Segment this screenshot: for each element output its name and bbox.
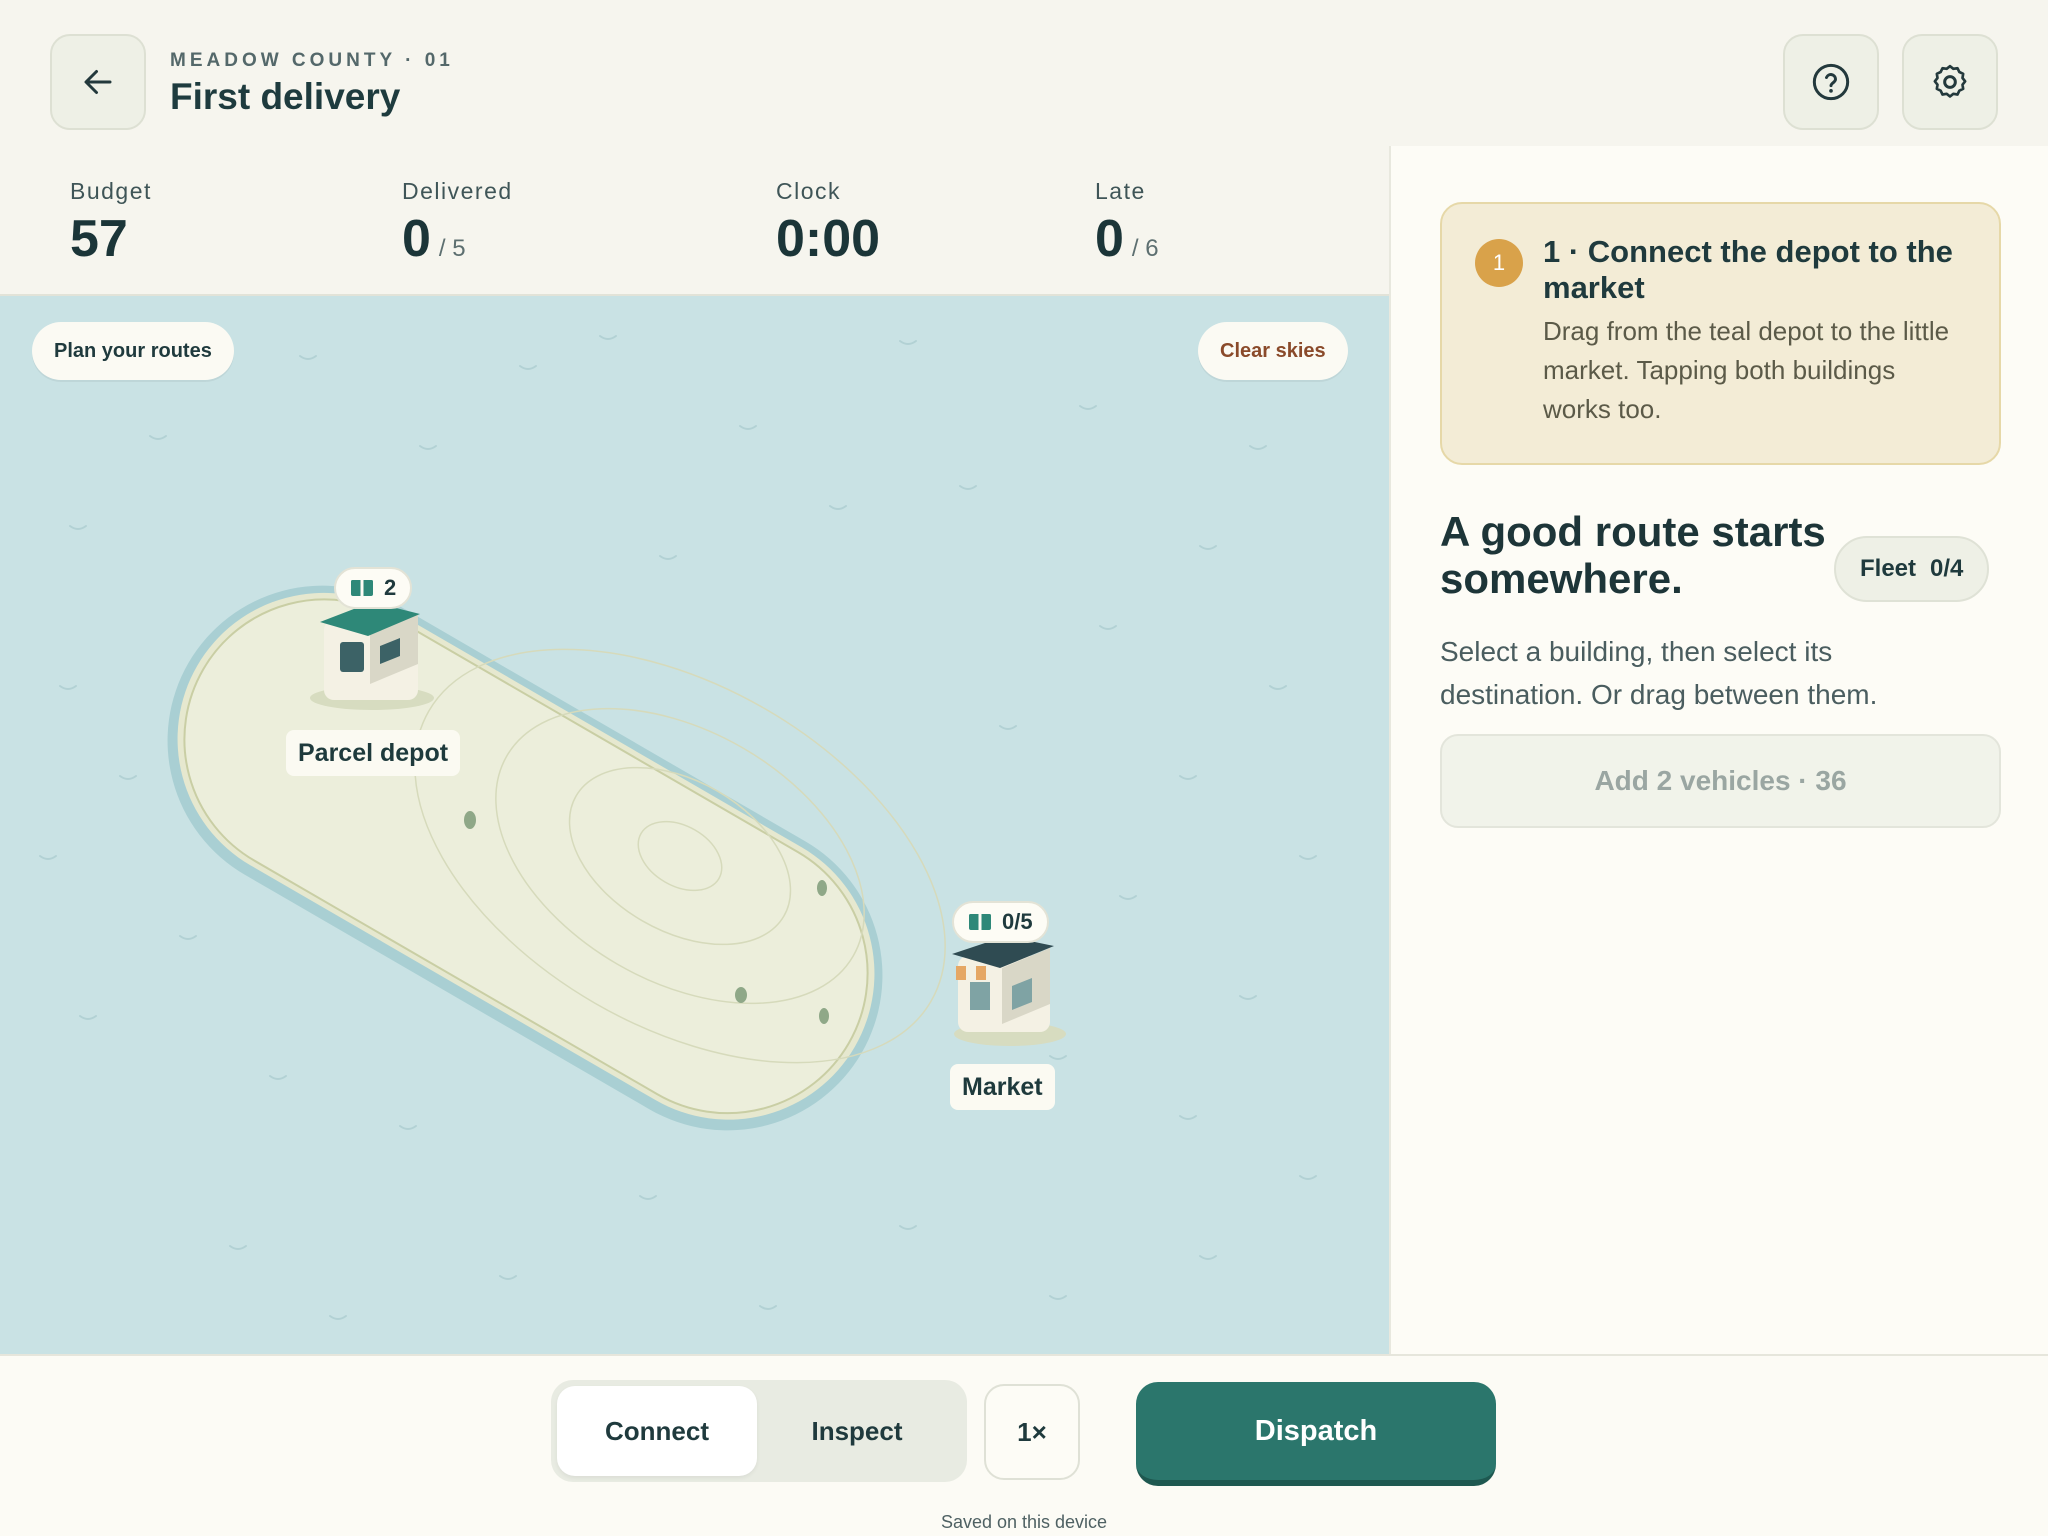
hint-body: Drag from the teal depot to the little m…: [1543, 316, 1950, 424]
delivered-value: 0: [402, 210, 431, 268]
weather-pill: Clear skies: [1198, 322, 1348, 380]
island: [167, 585, 1066, 1131]
clock-stat: Clock 0:00: [776, 178, 880, 265]
budget-label: Budget: [70, 178, 152, 204]
clock-label: Clock: [776, 178, 842, 204]
gear-icon: [1933, 64, 1967, 98]
fleet-label: Fleet: [1860, 555, 1917, 582]
save-status: Saved on this device: [940, 1512, 1108, 1532]
mode-inspect-tab[interactable]: Inspect: [757, 1386, 957, 1476]
late-stat: Late 0 / 6: [1095, 178, 1159, 265]
late-value: 0: [1095, 210, 1124, 268]
delivered-label: Delivered: [402, 178, 513, 204]
help-button[interactable]: [1783, 34, 1879, 130]
bottom-toolbar: Connect Inspect 1× Dispatch Saved on thi…: [0, 1354, 2048, 1536]
market-label[interactable]: Market: [950, 1064, 1055, 1110]
level-kicker: MEADOW COUNTY · 01: [170, 50, 454, 71]
market-parcel-badge: 0/5: [952, 901, 1049, 943]
parcel-icon: [351, 580, 373, 596]
dispatch-button[interactable]: Dispatch: [1136, 1382, 1496, 1486]
back-button[interactable]: [50, 34, 146, 130]
budget-stat: Budget 57: [70, 178, 152, 265]
late-label: Late: [1095, 178, 1146, 204]
side-panel: 1 1 · Connect the depot to the market Dr…: [1389, 146, 2048, 1354]
plan-routes-pill: Plan your routes: [32, 322, 234, 380]
settings-button[interactable]: [1902, 34, 1998, 130]
late-total: / 6: [1131, 235, 1159, 262]
step-number-badge: 1: [1475, 239, 1523, 287]
budget-value: 57: [70, 210, 128, 268]
market-building[interactable]: [952, 936, 1066, 1046]
add-vehicles-button[interactable]: Add 2 vehicles · 36: [1440, 734, 2001, 828]
delivered-total: / 5: [438, 235, 466, 262]
delivered-stat: Delivered 0 / 5: [402, 178, 513, 265]
clock-value: 0:00: [776, 210, 881, 268]
panel-description: Select a building, then select its desti…: [1440, 636, 1878, 710]
depot-label[interactable]: Parcel depot: [286, 730, 461, 776]
level-title: First delivery: [170, 76, 401, 117]
game-map[interactable]: Plan your routes Clear skies 2 Parcel de…: [0, 296, 1389, 1354]
depot-parcel-badge: 2: [334, 567, 413, 609]
mode-connect-tab[interactable]: Connect: [557, 1386, 757, 1476]
depot-parcel-count: 2: [384, 575, 397, 600]
tutorial-hint-card: 1 1 · Connect the depot to the market Dr…: [1440, 202, 2001, 465]
fleet-value: 0/4: [1930, 555, 1964, 582]
hint-title: 1 · Connect the depot to the market: [1543, 234, 1953, 305]
question-circle-icon: [1812, 63, 1850, 101]
arrow-left-icon: [84, 70, 112, 94]
fleet-counter: Fleet 0/4: [1834, 536, 1990, 602]
stats-bar: Budget 57 Delivered 0 / 5 Clock 0:00 Late…: [0, 146, 1389, 296]
speed-button[interactable]: 1×: [984, 1384, 1080, 1480]
market-parcel-count: 0/5: [1002, 909, 1033, 934]
parcel-icon: [969, 914, 991, 930]
top-bar: MEADOW COUNTY · 01 First delivery: [0, 0, 2048, 146]
mode-switch: Connect Inspect: [551, 1380, 967, 1482]
panel-headline: A good route starts somewhere.: [1440, 508, 1826, 602]
